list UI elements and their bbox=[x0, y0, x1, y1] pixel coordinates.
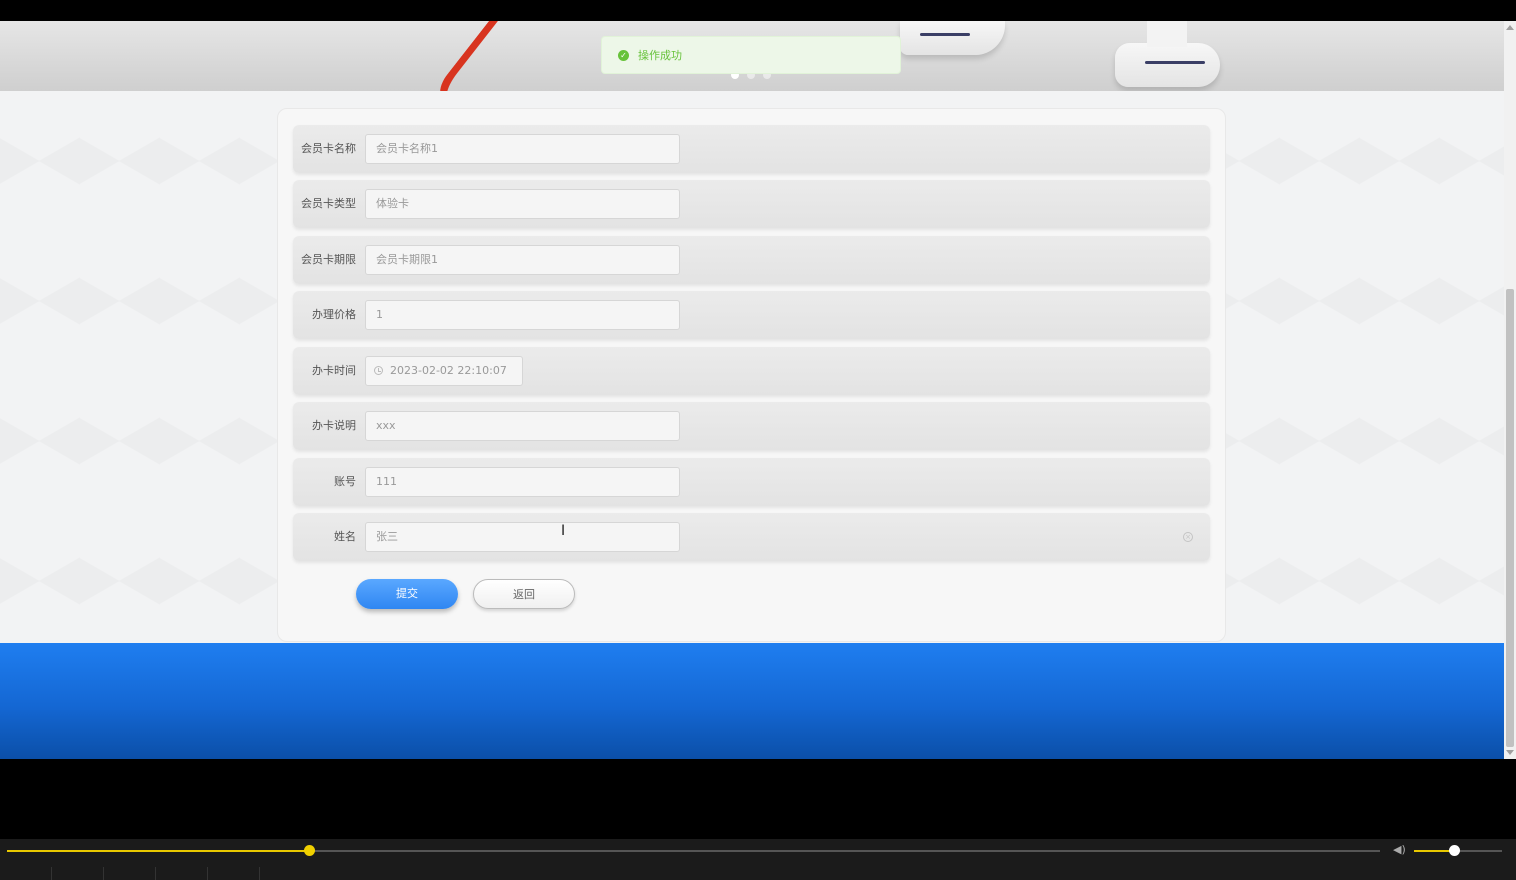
speaker-icon[interactable]: ◀) bbox=[1393, 844, 1407, 856]
field-label: 办卡时间 bbox=[312, 364, 356, 377]
submit-button[interactable]: 提交 bbox=[356, 579, 458, 609]
form-row-name: 姓名 张三 × bbox=[293, 513, 1210, 561]
account-input[interactable]: 111 bbox=[365, 467, 680, 497]
issue-time-value: 2023-02-02 22:10:07 bbox=[390, 364, 507, 377]
scrollbar-thumb[interactable] bbox=[1506, 289, 1514, 747]
field-label: 会员卡期限 bbox=[301, 253, 356, 266]
issue-time-picker[interactable]: 2023-02-02 22:10:07 bbox=[365, 356, 523, 386]
seek-handle[interactable] bbox=[304, 845, 316, 856]
form-row-account: 账号 111 bbox=[293, 458, 1210, 506]
card-name-input[interactable]: 会员卡名称1 bbox=[365, 134, 680, 164]
top-black-bar bbox=[0, 0, 1516, 21]
form-row-card-term: 会员卡期限 会员卡期限1 bbox=[293, 236, 1210, 284]
check-circle-icon: ✓ bbox=[618, 49, 629, 61]
name-input[interactable]: 张三 bbox=[365, 522, 680, 552]
field-label: 会员卡名称 bbox=[301, 142, 356, 155]
volume-slider[interactable] bbox=[1414, 845, 1502, 856]
form-row-card-name: 会员卡名称 会员卡名称1 bbox=[293, 125, 1210, 173]
volume-handle[interactable] bbox=[1448, 845, 1460, 856]
back-button[interactable]: 返回 bbox=[473, 579, 575, 609]
vertical-scrollbar[interactable] bbox=[1504, 21, 1516, 759]
card-term-input[interactable]: 会员卡期限1 bbox=[365, 245, 680, 275]
seek-progress bbox=[7, 850, 310, 852]
field-label: 办理价格 bbox=[312, 308, 356, 321]
page-viewport: ✓ 操作成功 会员卡名称 会员卡名称1 会员卡类型 体验卡 会员卡期限 会员卡期… bbox=[0, 21, 1504, 759]
banner-shoe-graphic bbox=[1115, 21, 1220, 87]
card-type-input[interactable]: 体验卡 bbox=[365, 189, 680, 219]
strip-cell bbox=[104, 867, 156, 880]
form-row-issue-time: 办卡时间 2023-02-02 22:10:07 bbox=[293, 347, 1210, 395]
field-label: 姓名 bbox=[334, 530, 356, 543]
form-row-description: 办卡说明 xxx bbox=[293, 402, 1210, 450]
player-controls: ◀) bbox=[0, 839, 1516, 880]
banner-rope-graphic bbox=[424, 21, 625, 91]
player-bottom-strip bbox=[0, 867, 1516, 880]
strip-cell bbox=[0, 867, 52, 880]
strip-cell bbox=[156, 867, 208, 880]
field-label: 会员卡类型 bbox=[301, 197, 356, 210]
strip-cell bbox=[52, 867, 104, 880]
form-card: 会员卡名称 会员卡名称1 会员卡类型 体验卡 会员卡期限 会员卡期限1 办理价格… bbox=[277, 108, 1226, 642]
field-label: 账号 bbox=[334, 475, 356, 488]
clock-icon bbox=[374, 366, 383, 375]
price-input[interactable]: 1 bbox=[365, 300, 680, 330]
page-footer bbox=[0, 643, 1504, 759]
video-player-bar: ◀) bbox=[0, 759, 1516, 880]
clear-icon[interactable]: × bbox=[1183, 532, 1193, 542]
banner-shoe-graphic bbox=[900, 21, 1005, 55]
toast-message: 操作成功 bbox=[638, 49, 682, 62]
volume-level bbox=[1414, 850, 1454, 852]
seek-bar[interactable] bbox=[7, 845, 1380, 856]
success-toast: ✓ 操作成功 bbox=[601, 36, 901, 74]
description-input[interactable]: xxx bbox=[365, 411, 680, 441]
form-row-card-type: 会员卡类型 体验卡 bbox=[293, 180, 1210, 228]
strip-cell bbox=[208, 867, 260, 880]
scroll-down-arrow-icon[interactable] bbox=[1506, 750, 1514, 755]
form-row-price: 办理价格 1 bbox=[293, 291, 1210, 339]
scroll-up-arrow-icon[interactable] bbox=[1506, 25, 1514, 30]
field-label: 办卡说明 bbox=[312, 419, 356, 432]
text-cursor-icon: I bbox=[561, 523, 566, 539]
